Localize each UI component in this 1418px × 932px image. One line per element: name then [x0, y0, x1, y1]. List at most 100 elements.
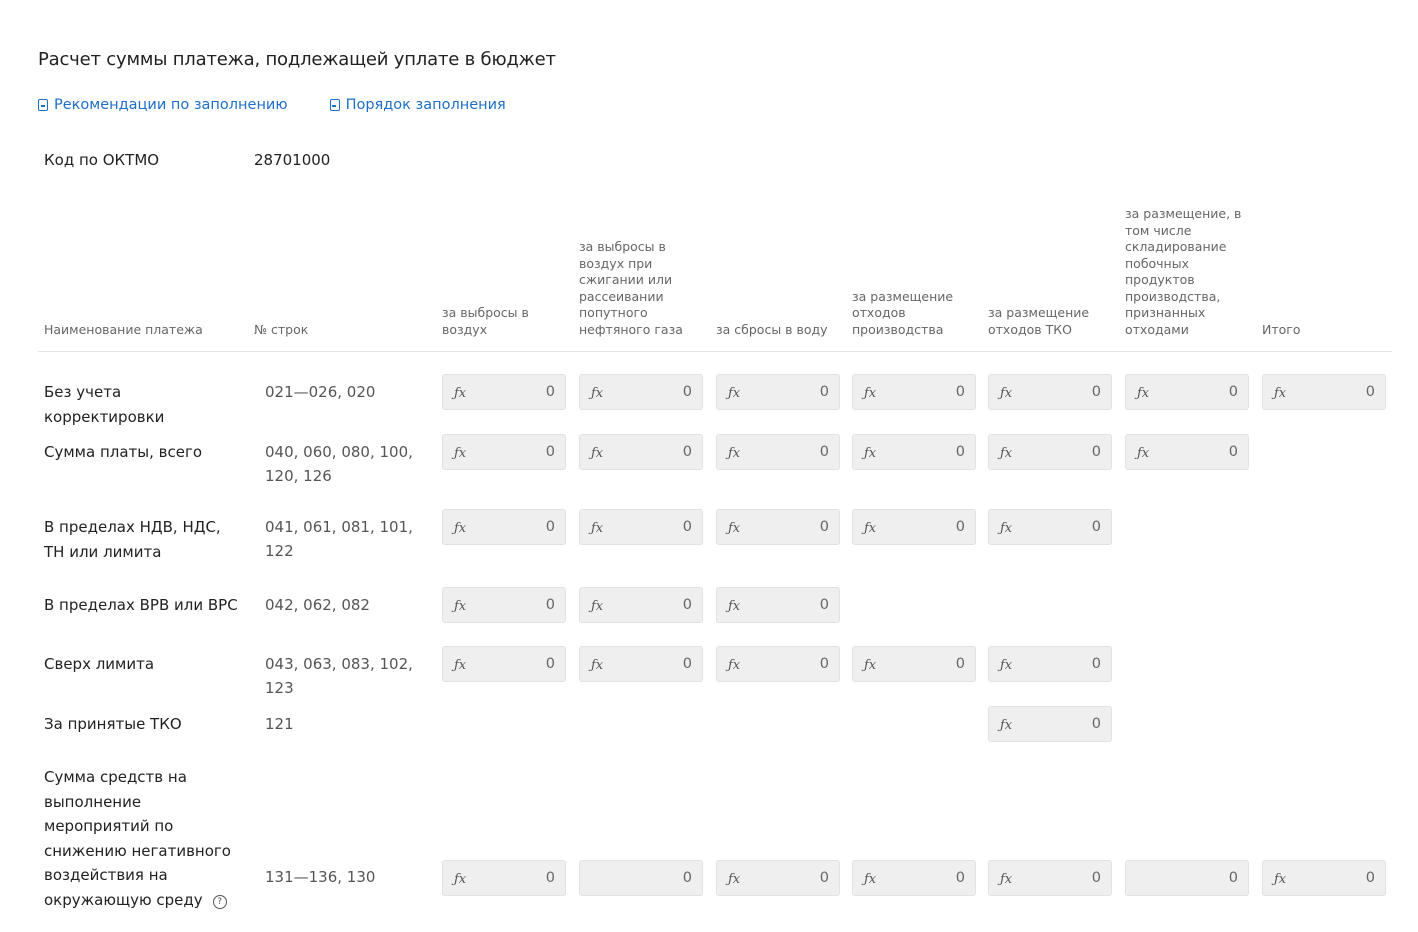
page-title: Расчет суммы платежа, подлежащей уплате … [38, 49, 556, 70]
cell-value: 0 [545, 444, 555, 460]
cell-value: 0 [819, 519, 829, 535]
cell-value: 0 [682, 597, 692, 613]
cell-value: 0 [1091, 444, 1101, 460]
formula-cell[interactable]: ƒx 0 [579, 587, 703, 623]
cell-value: 0 [1091, 870, 1101, 886]
formula-cell[interactable]: ƒx 0 [579, 509, 703, 545]
fx-icon: ƒx [728, 520, 741, 536]
fx-icon: ƒx [864, 520, 877, 536]
fx-icon: ƒx [454, 598, 467, 614]
formula-cell[interactable]: ƒx 0 [716, 434, 840, 470]
fx-icon: ƒx [454, 445, 467, 461]
formula-cell[interactable]: ƒx 0 [988, 706, 1112, 742]
fx-icon: ƒx [1000, 445, 1013, 461]
cell-value: 0 [545, 656, 555, 672]
formula-cell[interactable]: ƒx 0 [716, 646, 840, 682]
formula-cell[interactable]: ƒx 0 [442, 646, 566, 682]
row-lines: 131—136, 130 [265, 868, 376, 886]
help-icon[interactable]: ? [212, 894, 227, 909]
cell-value: 0 [1091, 384, 1101, 400]
formula-cell[interactable]: ƒx 0 [1262, 374, 1386, 410]
header-divider [38, 351, 1392, 352]
formula-cell[interactable]: ƒx 0 [716, 587, 840, 623]
header-total: Итого [1262, 321, 1301, 337]
cell-value: 0 [545, 870, 555, 886]
formula-cell[interactable]: ƒx 0 [1125, 434, 1249, 470]
cell-value: 0 [682, 444, 692, 460]
formula-cell[interactable]: ƒx 0 [716, 860, 840, 896]
cell-value: 0 [1365, 384, 1375, 400]
formula-cell[interactable]: ƒx 0 [579, 374, 703, 410]
fx-icon: ƒx [864, 385, 877, 401]
formula-cell[interactable]: ƒx 0 [988, 860, 1112, 896]
fx-icon: ƒx [591, 520, 604, 536]
value-cell[interactable]: 0 [1125, 860, 1249, 896]
formula-cell[interactable]: ƒx 0 [579, 646, 703, 682]
formula-cell[interactable]: ƒx 0 [852, 434, 976, 470]
fx-icon: ƒx [1137, 445, 1150, 461]
cell-value: 0 [545, 519, 555, 535]
formula-cell[interactable]: ƒx 0 [988, 434, 1112, 470]
formula-cell[interactable]: ƒx 0 [442, 509, 566, 545]
cell-value: 0 [955, 519, 965, 535]
row-lines: 041, 061, 081, 101, 122 [265, 518, 413, 560]
cell-value: 0 [682, 870, 692, 886]
formula-cell[interactable]: ƒx 0 [988, 646, 1112, 682]
row-name-text: Сумма средств на выполнение мероприятий … [44, 768, 231, 909]
fx-icon: ƒx [864, 871, 877, 887]
cell-value: 0 [819, 384, 829, 400]
formula-cell[interactable]: ƒx 0 [988, 374, 1112, 410]
formula-cell[interactable]: ƒx 0 [852, 860, 976, 896]
formula-cell[interactable]: ƒx 0 [988, 509, 1112, 545]
fx-icon: ƒx [728, 657, 741, 673]
formula-cell[interactable]: ƒx 0 [852, 646, 976, 682]
header-gas: за выбросы в воздух при сжигании или рас… [579, 239, 683, 337]
row-lines: 042, 062, 082 [265, 596, 370, 614]
fx-icon: ƒx [1000, 657, 1013, 673]
document-icon [329, 99, 340, 111]
cell-value: 0 [955, 384, 965, 400]
row-name: В пределах ВРВ или ВРС [44, 596, 238, 614]
formula-cell[interactable]: ƒx 0 [442, 860, 566, 896]
fx-icon: ƒx [728, 385, 741, 401]
fx-icon: ƒx [1137, 385, 1150, 401]
cell-value: 0 [545, 384, 555, 400]
header-byproducts: за размещение, в том числе складирование… [1125, 206, 1242, 337]
formula-cell[interactable]: ƒx 0 [442, 434, 566, 470]
cell-value: 0 [955, 870, 965, 886]
fx-icon: ƒx [1000, 871, 1013, 887]
fx-icon: ƒx [864, 445, 877, 461]
recommendations-link[interactable]: Рекомендации по заполнению [38, 97, 288, 113]
fill-order-link[interactable]: Порядок заполнения [329, 97, 506, 113]
row-name: Сумма платы, всего [44, 443, 203, 461]
header-name: Наименование платежа [44, 321, 203, 337]
row-lines: 043, 063, 083, 102, 123 [265, 655, 413, 697]
cell-value: 0 [682, 384, 692, 400]
fx-icon: ƒx [591, 657, 604, 673]
formula-cell[interactable]: ƒx 0 [1125, 374, 1249, 410]
recommendations-link-label: Рекомендации по заполнению [54, 97, 288, 113]
header-production-waste: за размещение отходов производства [852, 288, 954, 337]
fx-icon: ƒx [728, 871, 741, 887]
formula-cell[interactable]: ƒx 0 [579, 434, 703, 470]
oktmo-label: Код по ОКТМО [44, 151, 160, 169]
value-cell[interactable]: 0 [579, 860, 703, 896]
row-lines: 121 [265, 715, 294, 733]
fx-icon: ƒx [728, 598, 741, 614]
formula-cell[interactable]: ƒx 0 [1262, 860, 1386, 896]
formula-cell[interactable]: ƒx 0 [442, 374, 566, 410]
formula-cell[interactable]: ƒx 0 [852, 374, 976, 410]
fx-icon: ƒx [454, 385, 467, 401]
fx-icon: ƒx [1274, 385, 1287, 401]
cell-value: 0 [819, 656, 829, 672]
header-lines: № строк [254, 321, 309, 337]
formula-cell[interactable]: ƒx 0 [442, 587, 566, 623]
row-name: За принятые ТКО [44, 715, 182, 733]
formula-cell[interactable]: ƒx 0 [716, 374, 840, 410]
header-air: за выбросы в воздух [442, 305, 529, 337]
fx-icon: ƒx [454, 520, 467, 536]
document-icon [38, 99, 48, 111]
formula-cell[interactable]: ƒx 0 [716, 509, 840, 545]
cell-value: 0 [819, 870, 829, 886]
formula-cell[interactable]: ƒx 0 [852, 509, 976, 545]
